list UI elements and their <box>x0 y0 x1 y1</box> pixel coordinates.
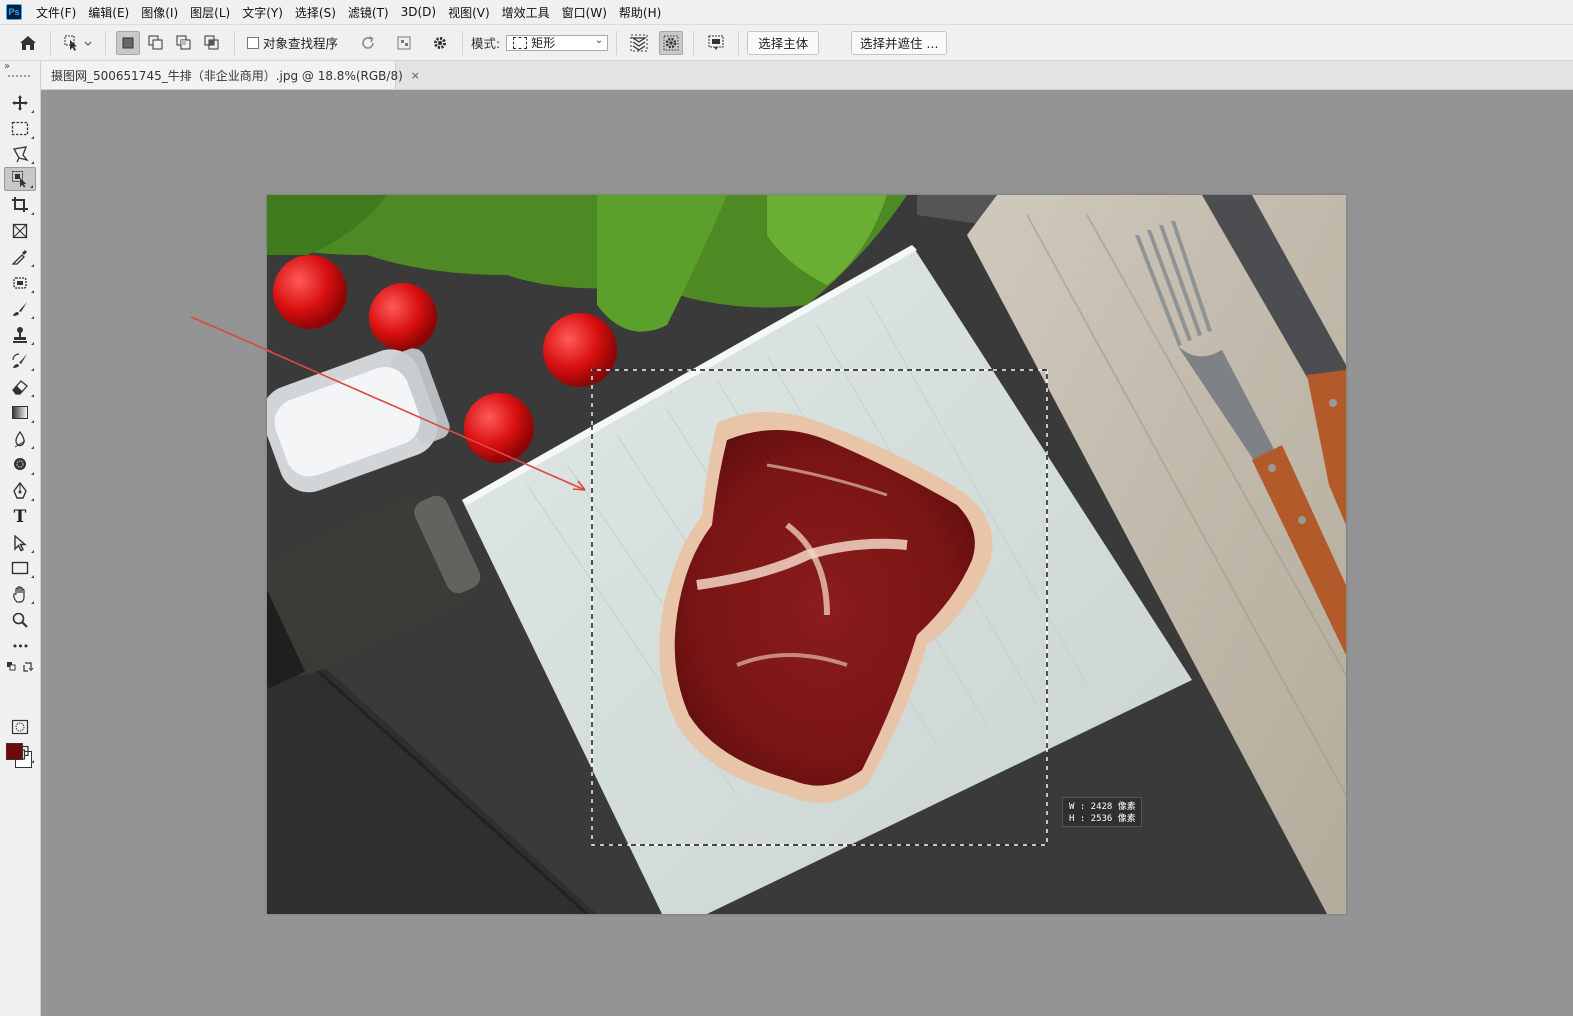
swap-colors-icon[interactable] <box>4 658 36 676</box>
menu-type[interactable]: 文字(Y) <box>236 4 289 21</box>
mode-label: 模式: <box>471 36 501 51</box>
eyedropper-tool-icon[interactable] <box>4 245 36 269</box>
home-icon[interactable] <box>16 31 40 55</box>
hand-tool-icon[interactable] <box>4 582 36 606</box>
options-bar: 对象查找程序 模式: 矩形 ⌄ 选择主体 选择并遮住 ... <box>0 25 1573 61</box>
rectangular-marquee-tool-icon[interactable] <box>4 117 36 141</box>
zoom-tool-icon[interactable] <box>4 608 36 632</box>
eraser-tool-icon[interactable] <box>4 375 36 399</box>
clone-stamp-tool-icon[interactable] <box>4 323 36 347</box>
menu-window[interactable]: 窗口(W) <box>556 4 613 21</box>
pen-tool-icon[interactable] <box>4 479 36 503</box>
menu-plugins[interactable]: 增效工具 <box>496 4 556 21</box>
separator <box>616 30 618 55</box>
path-selection-tool-icon[interactable] <box>4 531 36 555</box>
separator <box>234 30 235 55</box>
subtract-from-selection-icon[interactable] <box>172 31 196 55</box>
separator <box>105 30 106 55</box>
object-finder-label: 对象查找程序 <box>263 36 339 51</box>
mode-dropdown[interactable]: 矩形 ⌄ <box>506 34 609 51</box>
rectangle-tool-icon[interactable] <box>4 556 36 580</box>
history-brush-tool-icon[interactable] <box>4 349 36 373</box>
type-tool-icon[interactable]: T <box>4 505 36 529</box>
close-icon[interactable]: × <box>411 69 420 82</box>
mode-value: 矩形 <box>531 36 556 50</box>
selection-size-readout: W : 2428 像素 H : 2536 像素 <box>1062 797 1142 827</box>
menu-3d[interactable]: 3D(D) <box>395 5 442 19</box>
panel-grip[interactable] <box>8 75 30 77</box>
show-all-objects-icon[interactable] <box>392 31 416 55</box>
enhance-edge-icon[interactable] <box>659 30 684 55</box>
document-tab[interactable]: 摄图网_500651745_牛排（非企业商用）.jpg @ 18.8%(RGB/… <box>41 61 420 89</box>
steak-photo <box>267 195 1346 914</box>
menu-help[interactable]: 帮助(H) <box>613 4 667 21</box>
menu-file[interactable]: 文件(F) <box>30 4 82 21</box>
add-to-selection-icon[interactable] <box>144 31 168 55</box>
separator <box>738 30 740 55</box>
tool-preset-picker[interactable] <box>61 31 95 55</box>
selection-width: W : 2428 像素 <box>1069 802 1136 812</box>
checkbox-box[interactable] <box>247 36 259 49</box>
sample-all-layers-icon[interactable] <box>627 31 651 55</box>
document-tab-bar: 摄图网_500651745_牛排（非企业商用）.jpg @ 18.8%(RGB/… <box>41 61 1573 90</box>
menu-layer[interactable]: 图层(L) <box>184 4 236 21</box>
object-finder-checkbox[interactable]: 对象查找程序 <box>247 33 338 52</box>
new-selection-icon[interactable] <box>116 30 140 55</box>
brush-tool-icon[interactable] <box>4 297 36 321</box>
object-selection-tool-icon[interactable] <box>4 167 36 191</box>
foreground-color-swatch[interactable] <box>6 743 23 760</box>
rectangle-mode-icon <box>513 36 528 49</box>
separator <box>693 30 695 55</box>
intersect-selection-icon[interactable] <box>200 31 224 55</box>
gear-icon[interactable] <box>428 31 452 55</box>
lasso-tool-icon[interactable] <box>4 142 36 166</box>
refresh-icon[interactable] <box>356 31 380 55</box>
move-tool-icon[interactable] <box>4 91 36 115</box>
more-tools-icon[interactable]: ••• <box>4 634 36 658</box>
spot-healing-brush-tool-icon[interactable] <box>4 271 36 295</box>
photoshop-logo-icon: Ps <box>6 4 22 20</box>
document-image[interactable] <box>267 195 1346 914</box>
content-aware-icon[interactable] <box>704 31 728 55</box>
selection-height: H : 2536 像素 <box>1069 814 1136 824</box>
menu-image[interactable]: 图像(I) <box>135 4 184 21</box>
annotation-arrow <box>190 316 273 353</box>
select-subject-button[interactable]: 选择主体 <box>747 30 820 55</box>
chevron-down-icon: ⌄ <box>594 34 604 46</box>
blur-tool-icon[interactable] <box>4 427 36 451</box>
collapse-panel-icon[interactable]: » <box>4 61 10 72</box>
document-tab-title: 摄图网_500651745_牛排（非企业商用）.jpg @ 18.8%(RGB/… <box>51 68 403 83</box>
frame-tool-icon[interactable] <box>4 219 36 243</box>
menu-filter[interactable]: 滤镜(T) <box>342 4 395 21</box>
separator <box>50 30 51 55</box>
menu-edit[interactable]: 编辑(E) <box>82 4 135 21</box>
dodge-tool-icon[interactable] <box>4 453 36 477</box>
gradient-tool-icon[interactable] <box>4 401 36 425</box>
menu-view[interactable]: 视图(V) <box>442 4 496 21</box>
separator <box>462 30 464 55</box>
quick-mask-icon[interactable] <box>4 715 36 739</box>
menu-select[interactable]: 选择(S) <box>289 4 342 21</box>
tools-panel: » T ••• <box>0 61 41 1016</box>
menu-bar: Ps 文件(F) 编辑(E) 图像(I) 图层(L) 文字(Y) 选择(S) 滤… <box>0 0 1573 25</box>
select-and-mask-button[interactable]: 选择并遮住 ... <box>851 30 948 55</box>
crop-tool-icon[interactable] <box>4 193 36 217</box>
